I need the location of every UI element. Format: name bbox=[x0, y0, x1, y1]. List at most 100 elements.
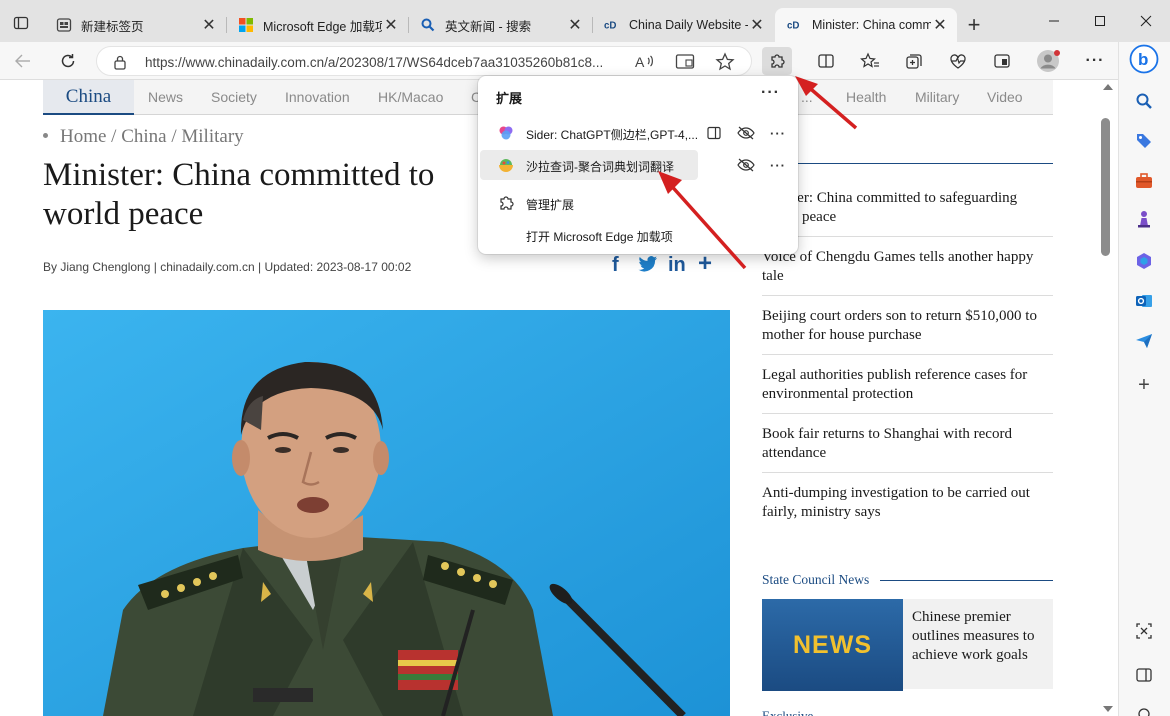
extension-item-saladict[interactable]: 沙拉查词-聚合词典划词翻译 bbox=[480, 150, 698, 180]
workspaces-button[interactable] bbox=[987, 47, 1017, 75]
hide-from-toolbar-icon[interactable] bbox=[736, 155, 756, 175]
close-tab-icon[interactable]: ✕ bbox=[200, 16, 218, 34]
split-screen-icon bbox=[818, 54, 834, 68]
close-tab-icon[interactable]: ✕ bbox=[566, 16, 584, 34]
app-available-icon[interactable] bbox=[675, 53, 695, 74]
right-headline-1[interactable]: ter: China committed to safeguarding pea… bbox=[762, 189, 1053, 227]
favorites-button[interactable] bbox=[855, 47, 885, 75]
news-thumbnail[interactable]: NEWS bbox=[762, 599, 903, 691]
twitter-icon[interactable] bbox=[638, 255, 658, 279]
saladict-icon bbox=[498, 157, 514, 173]
tab-strip: 新建标签页 ✕ Microsoft Edge 加载项 ✕ 英文新闻 - 搜索 ✕… bbox=[0, 0, 1170, 42]
browser-essentials-button[interactable] bbox=[943, 47, 973, 75]
section-title-exclusive[interactable]: Exclusive bbox=[762, 708, 813, 716]
address-url: https://www.chinadaily.com.cn/a/202308/1… bbox=[145, 55, 604, 70]
refresh-button[interactable] bbox=[53, 47, 83, 75]
breadcrumb-text[interactable]: Home / China / Military bbox=[60, 126, 244, 147]
microsoft-favicon bbox=[238, 17, 254, 33]
favorite-star-icon[interactable] bbox=[715, 52, 735, 75]
state-council-card[interactable]: NEWS Chinese premier outlines measures t… bbox=[762, 599, 1053, 691]
favorites-icon bbox=[860, 52, 879, 68]
games-chess-icon[interactable] bbox=[1131, 206, 1157, 232]
right-headline-3[interactable]: Beijing court orders son to return $510,… bbox=[762, 307, 1053, 345]
tab-edge-addons[interactable]: Microsoft Edge 加载项 ✕ bbox=[226, 8, 409, 42]
new-tab-button[interactable]: + bbox=[960, 12, 988, 37]
hide-from-toolbar-icon[interactable] bbox=[736, 123, 756, 143]
collections-button[interactable] bbox=[899, 47, 929, 75]
sidebar-panel-icon[interactable] bbox=[704, 123, 724, 143]
divider bbox=[762, 413, 1053, 414]
maximize-icon bbox=[1095, 16, 1105, 26]
outlook-icon[interactable] bbox=[1131, 288, 1157, 314]
screenshot-capture-icon[interactable] bbox=[1131, 618, 1157, 644]
puzzle-icon bbox=[498, 195, 514, 211]
nav-item-innovation[interactable]: Innovation bbox=[285, 89, 350, 105]
facebook-icon[interactable]: f bbox=[612, 254, 619, 277]
extension-item-sider[interactable]: Sider: ChatGPT侧边栏,GPT-4,... ··· bbox=[480, 118, 796, 148]
read-aloud-icon[interactable]: A bbox=[635, 53, 655, 74]
nav-item-health[interactable]: Health bbox=[846, 89, 886, 105]
tab-new-tab[interactable]: 新建标签页 ✕ bbox=[44, 8, 227, 42]
right-headline-4[interactable]: Legal authorities publish reference case… bbox=[762, 366, 1053, 404]
hide-sidebar-icon[interactable] bbox=[1131, 662, 1157, 688]
close-tab-icon[interactable]: ✕ bbox=[382, 16, 400, 34]
site-logo-china[interactable]: China bbox=[43, 80, 134, 115]
nav-item-video[interactable]: Video bbox=[987, 89, 1023, 105]
send-drop-icon[interactable] bbox=[1131, 328, 1157, 354]
tab-search[interactable]: 英文新闻 - 搜索 ✕ bbox=[408, 8, 593, 42]
tab-title: Microsoft Edge 加载项 bbox=[263, 19, 382, 34]
puzzle-icon bbox=[771, 54, 785, 68]
tab-actions-button[interactable] bbox=[8, 10, 34, 36]
extension-more-icon[interactable]: ··· bbox=[768, 123, 788, 143]
lock-icon[interactable] bbox=[113, 54, 127, 73]
manage-extensions-item[interactable]: 管理扩展 bbox=[480, 188, 796, 218]
profile-button[interactable] bbox=[1033, 47, 1063, 75]
shopping-tag-icon[interactable] bbox=[1131, 128, 1157, 154]
tab-title: 英文新闻 - 搜索 bbox=[445, 19, 532, 34]
microsoft365-icon[interactable] bbox=[1131, 248, 1157, 274]
tab-minister-article[interactable]: cD Minister: China comm ✕ bbox=[775, 8, 957, 42]
extensions-button[interactable] bbox=[762, 47, 792, 75]
address-bar[interactable]: https://www.chinadaily.com.cn/a/202308/1… bbox=[96, 46, 752, 76]
linkedin-icon[interactable]: in bbox=[668, 254, 686, 277]
svg-text:b: b bbox=[1138, 50, 1148, 69]
section-title-state-council[interactable]: State Council News bbox=[762, 572, 869, 588]
refresh-icon bbox=[61, 54, 75, 68]
extensions-more-icon[interactable]: ··· bbox=[761, 84, 780, 102]
sidebar-settings-icon[interactable] bbox=[1131, 700, 1157, 716]
svg-text:cD: cD bbox=[787, 21, 799, 32]
maximize-button[interactable] bbox=[1077, 8, 1123, 34]
state-council-card-text[interactable]: Chinese premier outlines measures to ach… bbox=[912, 608, 1042, 665]
add-sidebar-app-icon[interactable]: + bbox=[1131, 372, 1157, 398]
nav-item-partial-right[interactable]: ... bbox=[801, 89, 813, 105]
nav-item-hk-macao[interactable]: HK/Macao bbox=[378, 89, 443, 105]
divider bbox=[762, 354, 1053, 355]
minimize-icon bbox=[1049, 20, 1059, 22]
extension-more-icon[interactable]: ··· bbox=[768, 155, 788, 175]
nav-item-news[interactable]: News bbox=[148, 89, 183, 105]
right-headline-5[interactable]: Book fair returns to Shanghai with recor… bbox=[762, 425, 1053, 463]
collections-icon bbox=[906, 54, 922, 69]
close-tab-icon[interactable]: ✕ bbox=[748, 16, 766, 34]
tools-briefcase-icon[interactable] bbox=[1131, 168, 1157, 194]
right-headline-2[interactable]: Voice of Chengdu Games tells another hap… bbox=[762, 248, 1053, 286]
bing-copilot-icon[interactable]: b bbox=[1129, 44, 1159, 74]
back-button[interactable] bbox=[8, 47, 38, 75]
split-screen-button[interactable] bbox=[811, 47, 841, 75]
open-edge-addons-item[interactable]: 打开 Microsoft Edge 加载项 bbox=[480, 220, 796, 250]
breadcrumb: Home / China / Military bbox=[43, 126, 244, 148]
nav-item-society[interactable]: Society bbox=[211, 89, 257, 105]
settings-more-button[interactable]: ··· bbox=[1080, 47, 1110, 75]
search-icon[interactable] bbox=[1131, 88, 1157, 114]
more-share-icon[interactable]: + bbox=[698, 250, 712, 278]
tab-title: 新建标签页 bbox=[81, 19, 144, 34]
right-headline-6[interactable]: Anti-dumping investigation to be carried… bbox=[762, 484, 1053, 522]
browser-toolbar: https://www.chinadaily.com.cn/a/202308/1… bbox=[0, 42, 1118, 80]
extension-name: Sider: ChatGPT侧边栏,GPT-4,... bbox=[526, 128, 699, 142]
nav-item-military[interactable]: Military bbox=[915, 89, 959, 105]
close-window-button[interactable] bbox=[1123, 8, 1169, 34]
scrollbar-thumb[interactable] bbox=[1101, 118, 1110, 256]
tab-chinadaily-home[interactable]: cD China Daily Website - ✕ bbox=[592, 8, 774, 42]
close-tab-icon[interactable]: ✕ bbox=[931, 16, 949, 34]
minimize-button[interactable] bbox=[1031, 8, 1077, 34]
